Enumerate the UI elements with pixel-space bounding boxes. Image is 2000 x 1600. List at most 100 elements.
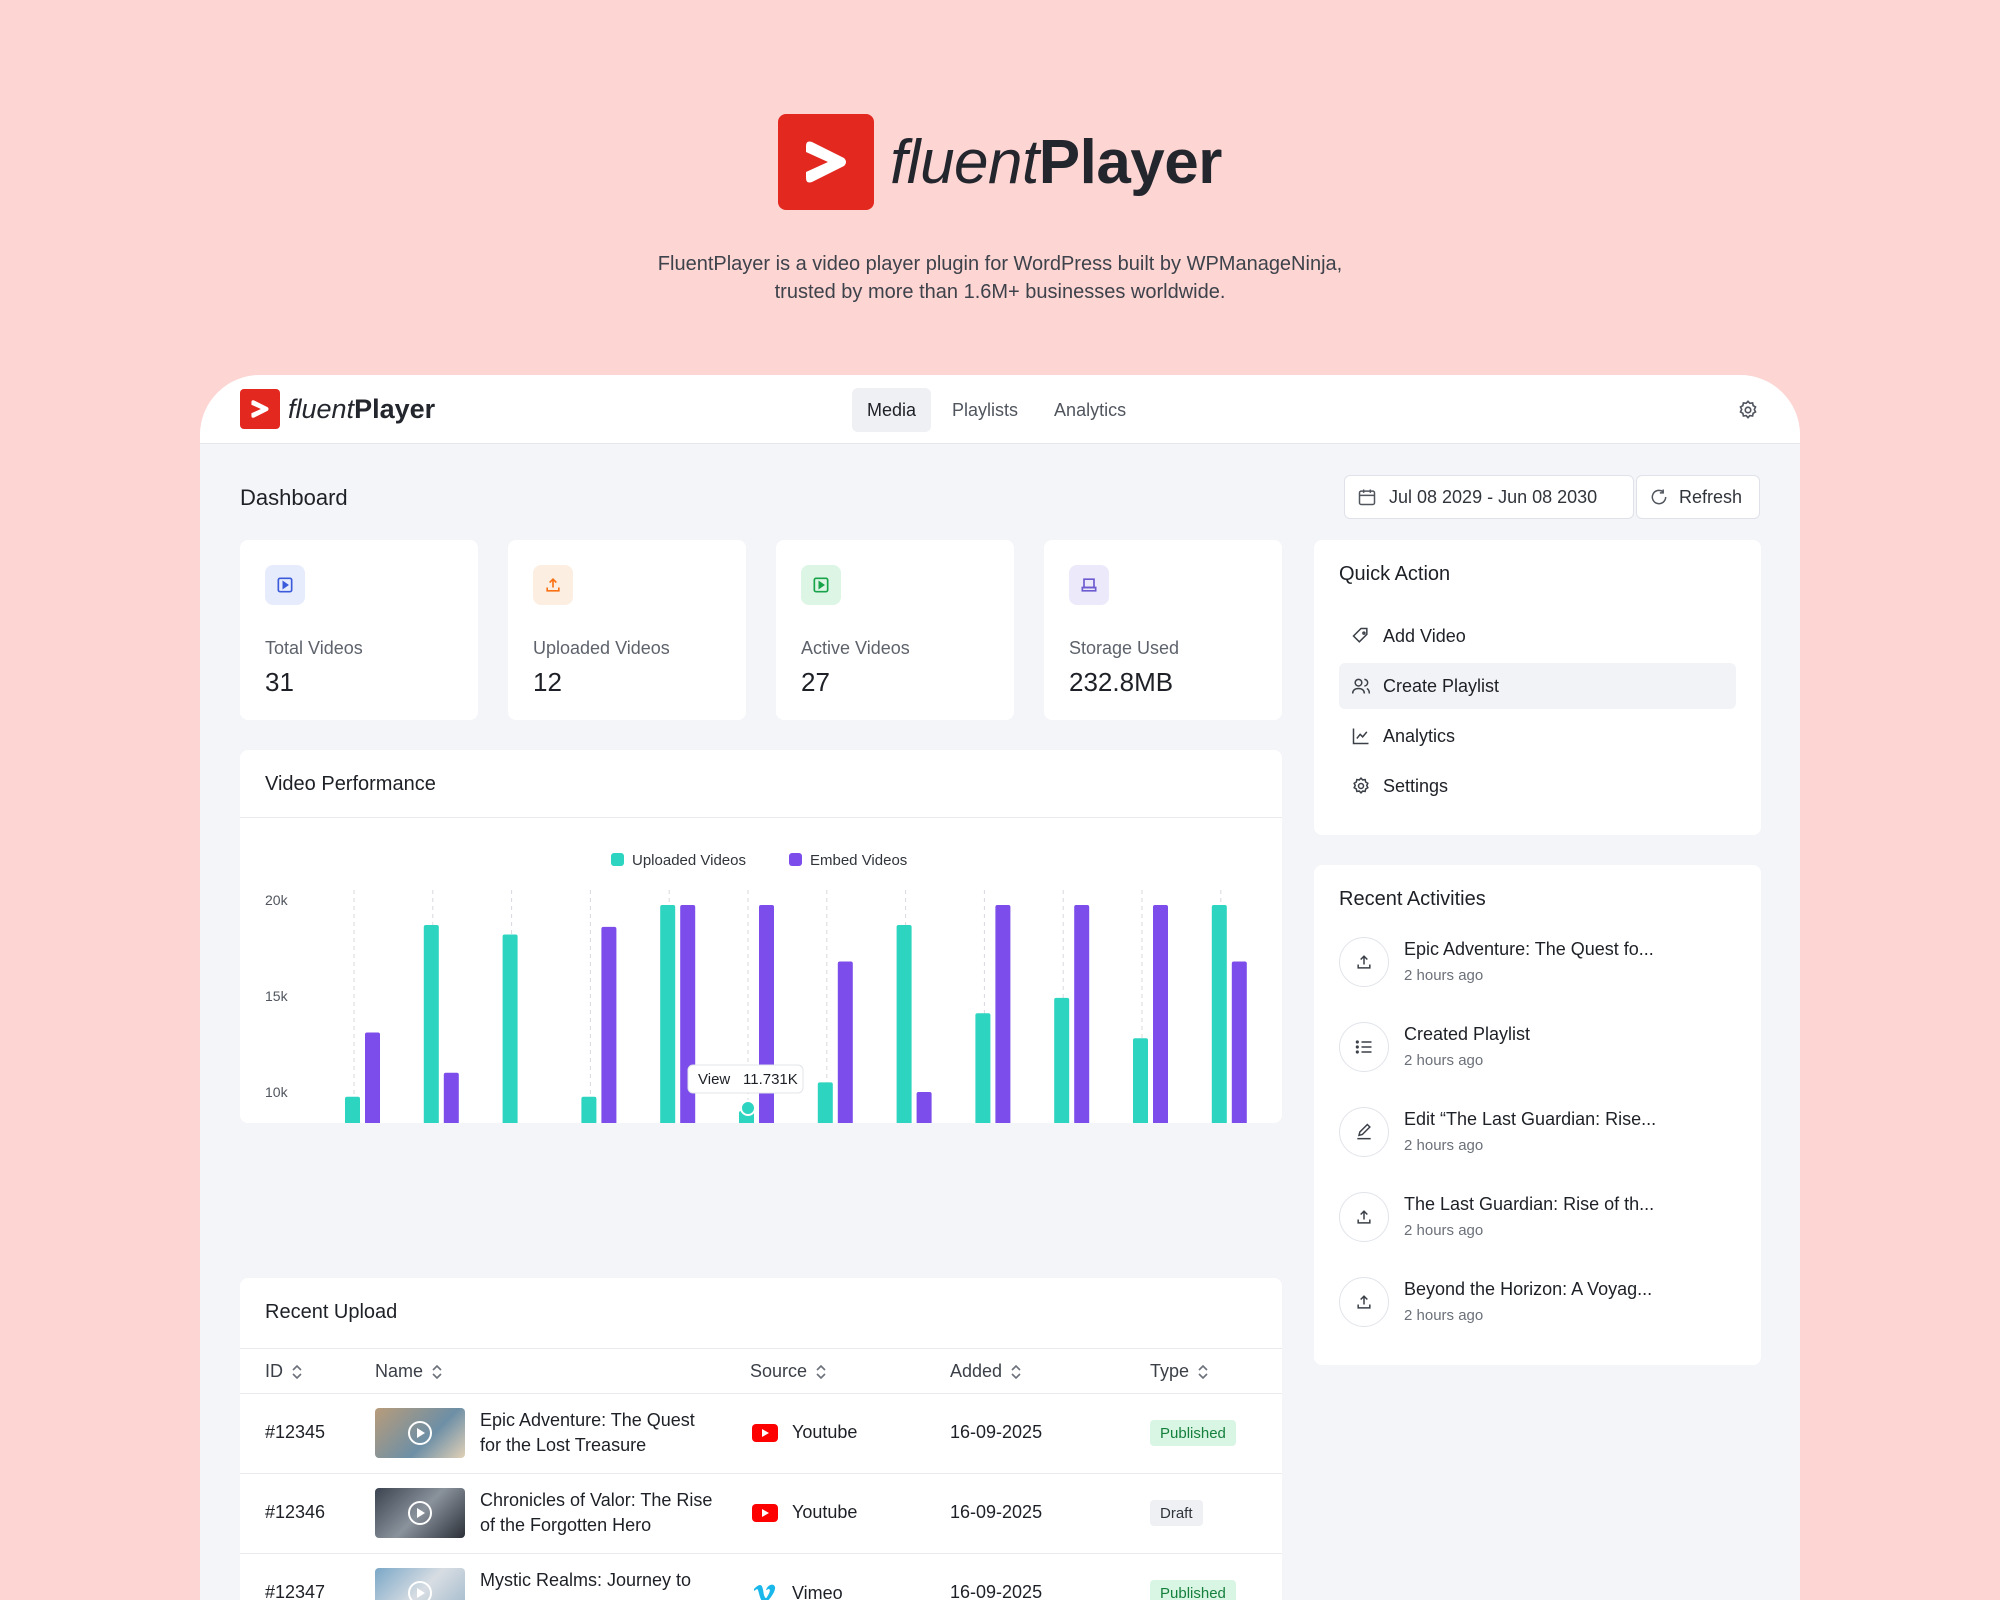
bar-uploaded	[975, 1013, 991, 1123]
table-row[interactable]: #12347 Mystic Realms: Journey to Vimeo 1…	[240, 1554, 1282, 1600]
activity-item[interactable]: Edit “The Last Guardian: Rise... 2 hours…	[1339, 1107, 1739, 1167]
bar-embed	[916, 1092, 932, 1123]
bar-embed	[365, 1032, 380, 1123]
video-name[interactable]: Chronicles of Valor: The Rise of the For…	[480, 1488, 720, 1538]
activity-item[interactable]: Beyond the Horizon: A Voyag... 2 hours a…	[1339, 1277, 1739, 1337]
sort-icon	[1011, 1364, 1021, 1379]
tab-media[interactable]: Media	[852, 388, 932, 432]
app-wordmark: fluentPlayer	[288, 393, 436, 424]
quick-action-add-video[interactable]: Add Video	[1339, 613, 1736, 659]
panel-title: Recent Activities	[1339, 888, 1486, 910]
hero-description-line-2: trusted by more than 1.6M+ businesses wo…	[774, 281, 1226, 303]
table-header: ID Name Source Added Type	[240, 1348, 1282, 1394]
play-square-icon	[801, 565, 841, 605]
settings-gear-icon[interactable]	[1736, 398, 1760, 422]
stat-label: Storage Used	[1069, 638, 1180, 658]
video-performance-panel: Video Performance Uploaded Videos Embed V…	[240, 750, 1282, 1123]
vimeo-icon	[754, 1584, 776, 1600]
bar-uploaded	[502, 934, 518, 1123]
bar-embed	[601, 926, 617, 1123]
users-icon	[1351, 678, 1371, 694]
legend-swatch-uploaded	[611, 853, 624, 866]
bar-embed	[443, 1072, 459, 1123]
tooltip-label: View	[698, 1071, 730, 1088]
date-range-text: Jul 08 2029 - Jun 08 2030	[1389, 486, 1598, 507]
column-label: Added	[950, 1361, 1003, 1381]
source-label: Vimeo	[792, 1582, 843, 1600]
table-row[interactable]: #12345 Epic Adventure: The Quest for the…	[240, 1394, 1282, 1474]
added-date: 16-09-2025	[950, 1422, 1043, 1442]
tab-playlists[interactable]: Playlists	[937, 388, 1033, 432]
recent-upload-panel: Recent Upload ID Name Source Added Type …	[240, 1278, 1282, 1600]
bar-uploaded	[896, 924, 912, 1123]
added-date: 16-09-2025	[950, 1502, 1043, 1522]
bar-uploaded	[1211, 905, 1227, 1123]
source-label: Youtube	[792, 1422, 858, 1442]
column-id[interactable]: ID	[265, 1361, 303, 1382]
tooltip-point	[740, 1100, 756, 1116]
pencil-icon	[1339, 1107, 1389, 1157]
bar-embed	[1231, 961, 1247, 1123]
column-name[interactable]: Name	[375, 1361, 443, 1382]
play-icon	[408, 1501, 432, 1525]
column-added[interactable]: Added	[950, 1361, 1022, 1382]
legend-swatch-embed	[789, 853, 802, 866]
video-thumbnail[interactable]	[375, 1408, 465, 1458]
sort-icon	[816, 1364, 826, 1379]
bar-uploaded	[581, 1096, 597, 1123]
upload-icon	[1339, 1277, 1389, 1327]
activity-item[interactable]: The Last Guardian: Rise of th... 2 hours…	[1339, 1192, 1739, 1252]
date-range-picker[interactable]: Jul 08 2029 - Jun 08 2030	[1344, 475, 1634, 519]
status-badge: Published	[1150, 1580, 1236, 1600]
refresh-icon	[1651, 489, 1667, 505]
hero-wordmark: fluentPlayer	[890, 127, 1222, 197]
row-id: #12346	[265, 1502, 326, 1522]
column-label: Source	[750, 1361, 808, 1381]
source-label: Youtube	[792, 1502, 858, 1522]
activity-item[interactable]: Created Playlist 2 hours ago	[1339, 1022, 1739, 1082]
panel-title: Quick Action	[1339, 563, 1451, 585]
stat-card-active-videos: Active Videos 27	[776, 540, 1014, 720]
activity-time: 2 hours ago	[1404, 1222, 1484, 1239]
stat-card-uploaded-videos: Uploaded Videos 12	[508, 540, 746, 720]
upload-icon	[533, 565, 573, 605]
column-source[interactable]: Source	[750, 1361, 827, 1382]
video-name[interactable]: Mystic Realms: Journey to	[480, 1568, 720, 1593]
video-thumbnail[interactable]	[375, 1488, 465, 1538]
play-icon	[408, 1421, 432, 1445]
main-nav: Media Playlists Analytics	[852, 388, 1141, 432]
tab-analytics[interactable]: Analytics	[1039, 388, 1141, 432]
stat-label: Uploaded Videos	[533, 638, 670, 658]
table-row[interactable]: #12346 Chronicles of Valor: The Rise of …	[240, 1474, 1282, 1554]
activity-title: Beyond the Horizon: A Voyag...	[1404, 1279, 1653, 1299]
refresh-button[interactable]: Refresh	[1636, 475, 1760, 519]
source-cell: Vimeo	[752, 1582, 843, 1600]
video-name[interactable]: Epic Adventure: The Quest for the Lost T…	[480, 1408, 720, 1458]
row-id: #12345	[265, 1422, 326, 1442]
bar-uploaded	[660, 905, 676, 1123]
source-cell: Youtube	[752, 1502, 857, 1523]
quick-action-label: Add Video	[1383, 625, 1466, 646]
quick-action-create-playlist[interactable]: Create Playlist	[1339, 663, 1736, 709]
upload-icon	[1339, 1192, 1389, 1242]
bar-embed	[837, 961, 853, 1123]
activity-title: The Last Guardian: Rise of th...	[1404, 1194, 1655, 1214]
hero-description-line-1: FluentPlayer is a video player plugin fo…	[657, 253, 1343, 275]
stat-label: Active Videos	[801, 638, 910, 658]
y-tick-label: 15k	[265, 988, 289, 1004]
storage-icon	[1069, 565, 1109, 605]
sort-icon	[1198, 1364, 1208, 1379]
bar-embed	[1153, 905, 1168, 1123]
quick-action-analytics[interactable]: Analytics	[1339, 713, 1736, 759]
app-brand[interactable]: fluentPlayer	[240, 389, 435, 429]
activity-time: 2 hours ago	[1404, 967, 1484, 984]
column-type[interactable]: Type	[1150, 1361, 1209, 1382]
activity-title: Edit “The Last Guardian: Rise...	[1404, 1109, 1657, 1129]
activity-title: Created Playlist	[1404, 1024, 1531, 1044]
gear-icon	[1353, 776, 1369, 795]
quick-action-settings[interactable]: Settings	[1339, 763, 1736, 809]
video-thumbnail[interactable]	[375, 1568, 465, 1600]
bar-embed	[1074, 905, 1090, 1123]
activity-item[interactable]: Epic Adventure: The Quest fo... 2 hours …	[1339, 937, 1739, 997]
activity-time: 2 hours ago	[1404, 1052, 1484, 1069]
